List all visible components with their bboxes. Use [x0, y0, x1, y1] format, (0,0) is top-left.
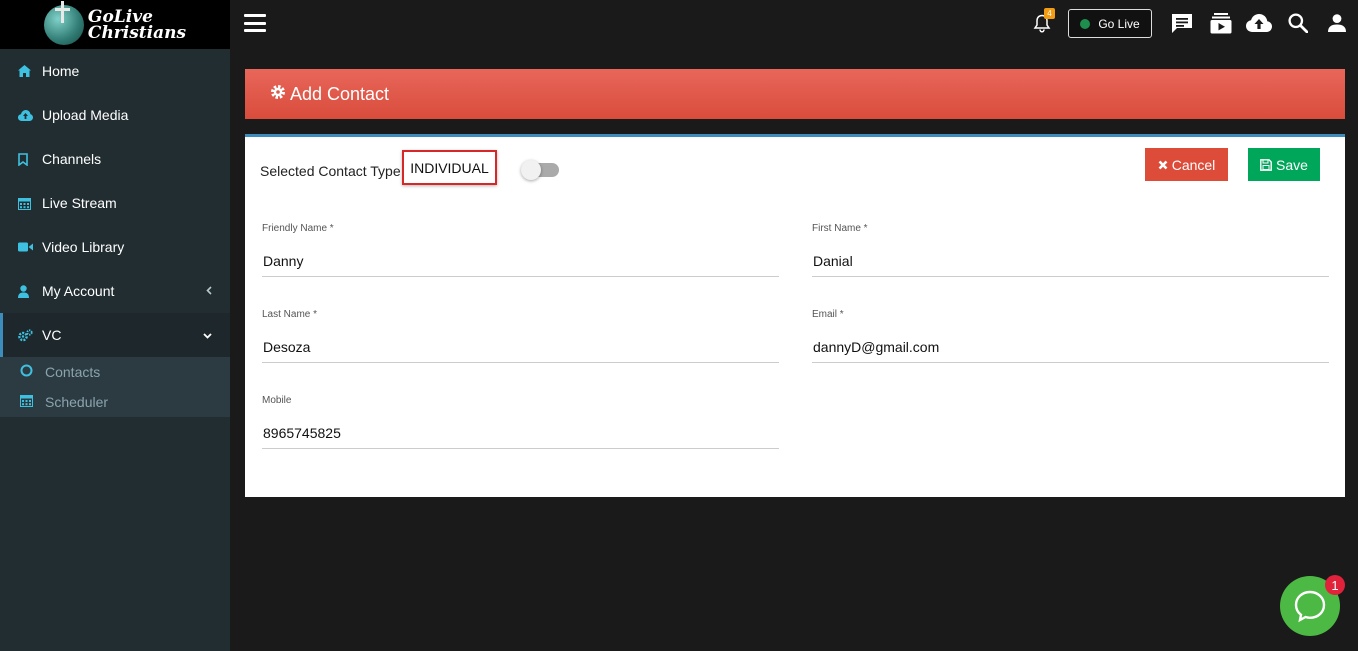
top-navbar: 4 Go Live [230, 0, 1358, 49]
friendly-name-field: Friendly Name * Danny [262, 223, 779, 277]
search-button[interactable] [1285, 11, 1311, 35]
contact-type-toggle[interactable] [521, 160, 559, 180]
go-live-button[interactable]: Go Live [1068, 9, 1152, 38]
sidebar-item-upload-media[interactable]: Upload Media [0, 93, 230, 137]
user-icon [1328, 14, 1346, 32]
sidebar-item-my-account[interactable]: My Account [0, 269, 230, 313]
calendar-icon [18, 197, 42, 210]
first-name-input[interactable]: Danial [812, 247, 1329, 277]
message-icon [1172, 13, 1192, 33]
notifications-button[interactable]: 4 [1029, 8, 1055, 35]
sidebar-item-live-stream[interactable]: Live Stream [0, 181, 230, 225]
sidebar-subitem-scheduler[interactable]: Scheduler [0, 387, 230, 417]
mobile-input[interactable]: 8965745825 [262, 419, 779, 449]
friendly-name-label: Friendly Name * [262, 223, 334, 234]
search-icon [1288, 13, 1308, 33]
chevron-down-icon [203, 328, 212, 342]
media-library-button[interactable] [1208, 11, 1234, 35]
profile-button[interactable] [1324, 11, 1350, 35]
live-status-dot [1080, 18, 1091, 29]
sidebar-item-label: Video Library [42, 239, 125, 255]
save-button[interactable]: Save [1248, 148, 1320, 181]
sidebar-item-vc[interactable]: VC [0, 313, 230, 357]
upload-button[interactable] [1246, 11, 1272, 35]
sidebar: GoLive Christians Home Upload Media Chan… [0, 0, 230, 651]
contact-type-label: Selected Contact Type [260, 163, 401, 179]
first-name-label: First Name * [812, 223, 868, 234]
go-live-label: Go Live [1098, 16, 1140, 31]
cancel-button-label: Cancel [1171, 156, 1216, 173]
floppy-disk-icon [1260, 158, 1272, 171]
email-field: Email * dannyD@gmail.com [812, 309, 1329, 363]
cogs-icon [18, 328, 42, 342]
sidebar-item-label: My Account [42, 283, 115, 299]
home-icon [18, 65, 42, 77]
logo[interactable]: GoLive Christians [0, 0, 230, 49]
vc-submenu: Contacts Scheduler [0, 357, 230, 417]
last-name-field: Last Name * Desoza [262, 309, 779, 363]
gear-icon [270, 84, 286, 105]
calendar-icon [20, 394, 45, 410]
messages-button[interactable] [1169, 11, 1195, 35]
circle-icon [20, 364, 45, 380]
video-library-icon [1210, 13, 1232, 34]
contact-type-value: INDIVIDUAL [402, 150, 497, 185]
sidebar-item-label: Home [42, 63, 80, 79]
video-icon [18, 242, 42, 252]
cancel-button[interactable]: Cancel [1145, 148, 1228, 181]
page-title: Add Contact [290, 83, 390, 104]
logo-line2: Christians [87, 22, 187, 43]
add-contact-form: Selected Contact Type INDIVIDUAL Cancel … [245, 134, 1345, 497]
cloud-upload-icon [18, 109, 42, 121]
sidebar-subitem-label: Scheduler [45, 394, 109, 410]
last-name-label: Last Name * [262, 309, 318, 320]
chat-unread-badge: 1 [1325, 575, 1345, 595]
logo-text: GoLive Christians [87, 8, 187, 43]
sidebar-subitem-label: Contacts [45, 364, 101, 380]
sidebar-item-label: Upload Media [42, 107, 129, 123]
chat-bubble-icon [1294, 590, 1326, 623]
user-icon [18, 284, 42, 298]
save-button-label: Save [1276, 156, 1308, 173]
mobile-field: Mobile 8965745825 [262, 395, 779, 449]
page-header: Add Contact [245, 69, 1345, 119]
toggle-knob[interactable] [521, 160, 541, 180]
sidebar-subitem-contacts[interactable]: Contacts [0, 357, 230, 387]
bookmark-icon [18, 152, 42, 166]
sidebar-item-label: VC [42, 327, 62, 343]
hamburger-menu-icon[interactable] [244, 14, 266, 32]
sidebar-item-video-library[interactable]: Video Library [0, 225, 230, 269]
last-name-input[interactable]: Desoza [262, 333, 779, 363]
logo-globe-icon [43, 0, 84, 45]
sidebar-item-home[interactable]: Home [0, 49, 230, 93]
friendly-name-input[interactable]: Danny [262, 247, 779, 277]
sidebar-item-label: Live Stream [42, 195, 117, 211]
sidebar-item-label: Channels [42, 151, 102, 167]
cloud-upload-icon [1246, 14, 1272, 32]
close-icon [1158, 160, 1168, 169]
sidebar-item-channels[interactable]: Channels [0, 137, 230, 181]
email-label: Email * [812, 309, 844, 320]
mobile-label: Mobile [262, 395, 292, 406]
email-input[interactable]: dannyD@gmail.com [812, 333, 1329, 363]
chevron-left-icon [206, 284, 212, 298]
first-name-field: First Name * Danial [812, 223, 1329, 277]
notification-count-badge: 4 [1044, 8, 1055, 19]
